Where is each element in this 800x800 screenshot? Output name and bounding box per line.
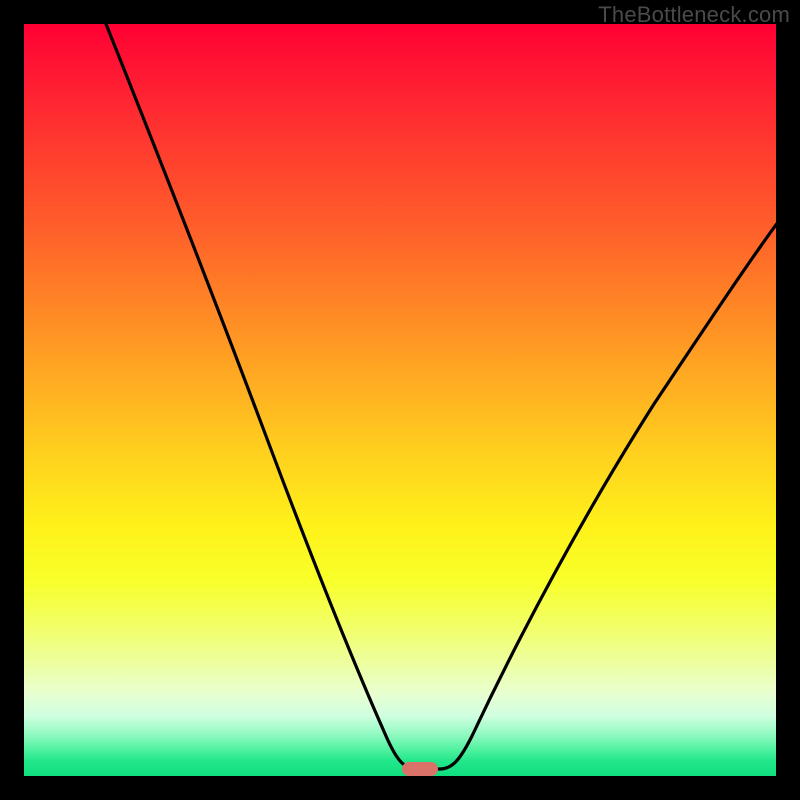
curve-path — [102, 24, 776, 769]
bottleneck-curve — [24, 24, 776, 776]
chart-frame: TheBottleneck.com — [0, 0, 800, 800]
watermark-text: TheBottleneck.com — [598, 2, 790, 28]
plot-area — [24, 24, 776, 776]
optimal-marker — [402, 762, 438, 776]
